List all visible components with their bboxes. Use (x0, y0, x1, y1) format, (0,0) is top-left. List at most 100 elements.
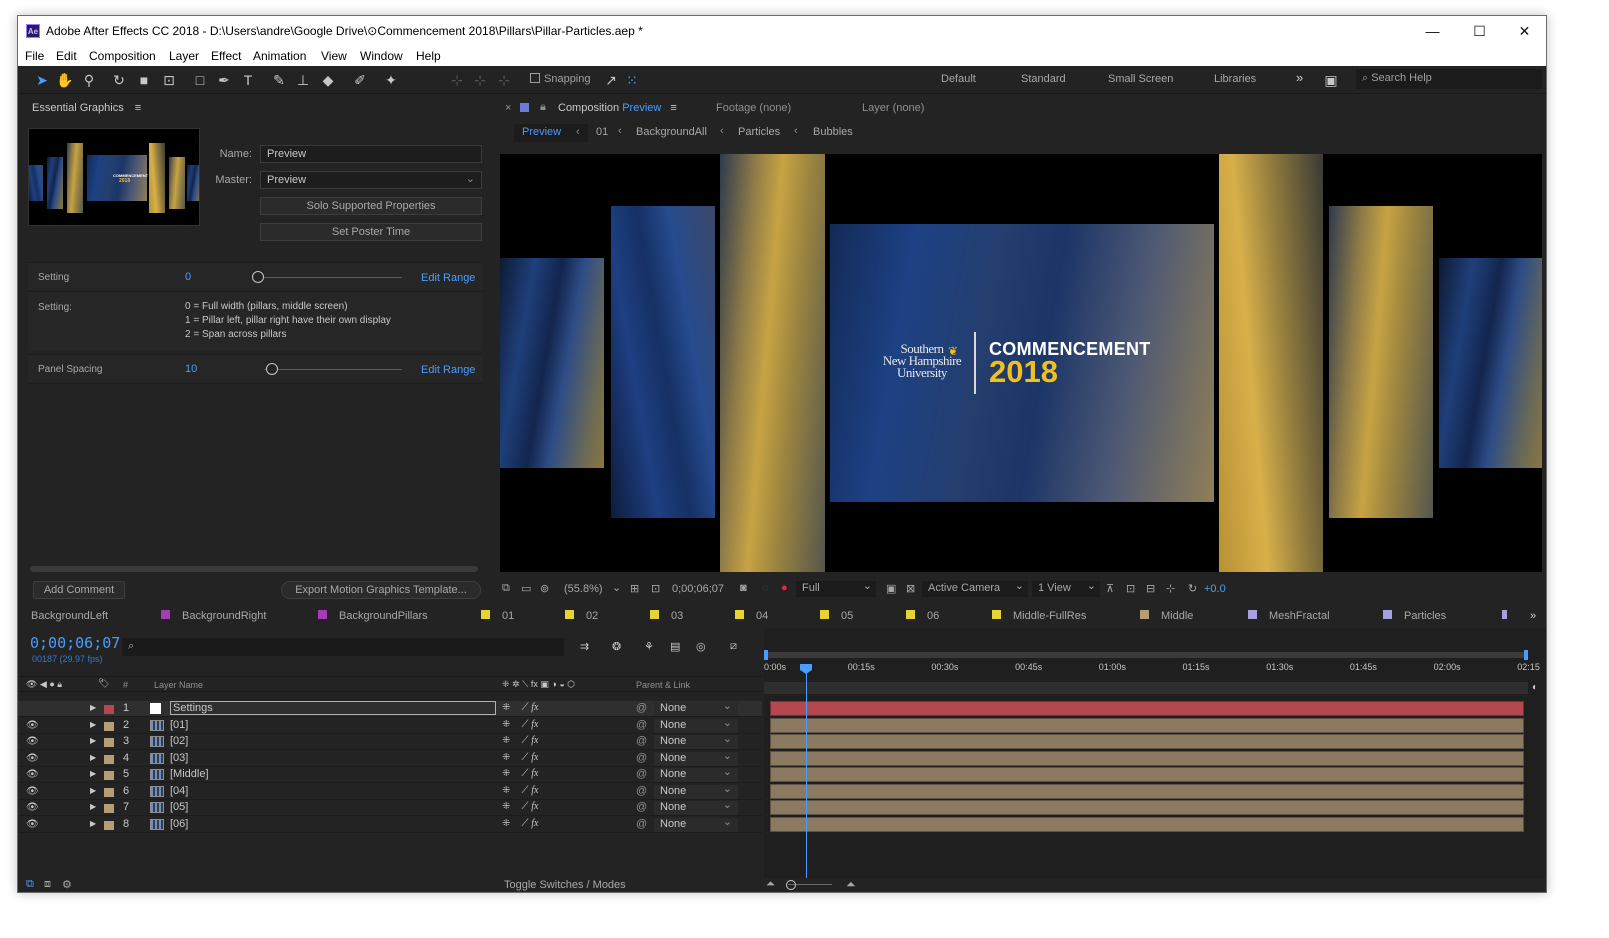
layer-duration-bar[interactable] (770, 816, 1524, 832)
layer-label-color[interactable] (104, 787, 114, 797)
menu-composition[interactable]: Composition (89, 49, 156, 63)
layer-duration-bar[interactable] (770, 701, 1524, 716)
workspaces-more-button[interactable]: » (1296, 70, 1303, 85)
visibility-eye-icon[interactable]: 👁︎ (26, 736, 39, 747)
expand-triangle-icon[interactable]: ▶ (90, 720, 96, 729)
chevron-down-icon[interactable]: ⌄ (612, 581, 621, 594)
layer-name[interactable]: [03] (170, 752, 188, 764)
panel-spacing-value[interactable]: 10 (185, 363, 197, 375)
tab-particles[interactable]: Particles (1383, 610, 1446, 622)
menu-layer[interactable]: Layer (169, 49, 199, 63)
set-poster-time-button[interactable]: Set Poster Time (260, 223, 482, 241)
layer-switches[interactable]: ⁜ ⟋ fx (502, 818, 539, 829)
tab-middle-fullres[interactable]: Middle-FullRes (992, 610, 1086, 622)
layer-duration-bar[interactable] (770, 767, 1524, 782)
visibility-eye-icon[interactable]: 👁︎ (26, 769, 39, 780)
rotate-tool-icon[interactable]: ↻ (110, 71, 128, 89)
horizontal-scrollbar[interactable] (30, 566, 478, 572)
zoom-tool-icon[interactable]: ⚲ (80, 71, 98, 89)
shy-layers-icon[interactable]: ⚘ (644, 640, 654, 653)
expand-triangle-icon[interactable]: ▶ (90, 819, 96, 828)
tab-footage[interactable]: Footage (none) (716, 102, 791, 114)
tab-backgroundright[interactable]: BackgroundRight (161, 610, 266, 622)
view-layout-dropdown[interactable]: 1 View ⌄ (1032, 580, 1100, 597)
layer-row[interactable]: 👁︎ ▶ 5 [Middle] ⁜ ⟋ fx @ None (18, 765, 762, 783)
layer-row[interactable]: 👁︎ ▶ 3 [02] ⁜ ⟋ fx @ None (18, 732, 762, 750)
snapping-toggle[interactable]: Snapping (530, 73, 591, 85)
tab-layer[interactable]: Layer (none) (862, 102, 924, 114)
graph-editor-icon[interactable]: ⧄ (730, 640, 737, 653)
menu-file[interactable]: File (25, 49, 44, 63)
layer-label-color[interactable] (104, 754, 114, 764)
layer-duration-bar[interactable] (770, 750, 1524, 766)
snap-edge-icon[interactable]: ↗ (602, 71, 620, 89)
grid-icon[interactable]: ⊞ (630, 582, 639, 595)
tab-backgroundleft[interactable]: BackgroundLeft (31, 610, 108, 622)
setting-slider-knob[interactable] (252, 271, 264, 283)
clone-stamp-tool-icon[interactable]: ⊥ (294, 71, 312, 89)
magnification-dropdown[interactable]: (55.8%) (564, 583, 603, 595)
layer-row[interactable]: 👁︎ ▶ 8 [06] ⁜ ⟋ fx @ None (18, 815, 762, 833)
minimize-button[interactable]: — (1410, 16, 1455, 46)
layer-label-color[interactable] (104, 804, 114, 813)
panel-spacing-slider-track[interactable] (264, 369, 402, 370)
breadcrumb-backgroundall[interactable]: BackgroundAll (636, 126, 707, 138)
snap-feature-icon[interactable]: ⁙ (623, 71, 641, 89)
transfer-controls-pane-icon[interactable]: ⧈ (44, 878, 51, 891)
selection-tool-icon[interactable]: ➤ (33, 71, 51, 89)
menu-window[interactable]: Window (360, 49, 403, 63)
solo-supported-properties-button[interactable]: Solo Supported Properties (260, 197, 482, 215)
work-area-bar[interactable] (764, 652, 1528, 658)
layer-switches[interactable]: ⁜ ⟋ fx (502, 785, 539, 796)
export-mogrt-button[interactable]: Export Motion Graphics Template... (281, 581, 481, 599)
timeline-icon[interactable]: ⊟ (1146, 582, 1155, 595)
menu-view[interactable]: View (321, 49, 347, 63)
lock-icon[interactable]: 🔒︎ (540, 101, 546, 114)
tab-05[interactable]: 05 (820, 610, 853, 622)
menu-effect[interactable]: Effect (211, 49, 241, 63)
brush-tool-icon[interactable]: ✎ (270, 71, 288, 89)
layer-name[interactable]: [05] (170, 801, 188, 813)
edit-range-link[interactable]: Edit Range (421, 364, 475, 376)
timeline-search-input[interactable]: ⌕ (122, 638, 564, 656)
layer-name-column-header[interactable]: Layer Name (154, 680, 203, 690)
layer-name[interactable]: [04] (170, 785, 188, 797)
tabs-more-button[interactable]: » (1530, 610, 1536, 622)
visibility-eye-icon[interactable]: 👁︎ (26, 753, 39, 764)
transparency-grid-icon[interactable]: ⊠ (906, 582, 915, 595)
snapshot-camera-icon[interactable]: ◙ (740, 582, 747, 594)
layer-switches[interactable]: ⁜ ⟋ fx (502, 768, 539, 779)
layer-name[interactable]: [06] (170, 818, 188, 830)
timeline-track-area[interactable]: 0:00s 00:15s 00:30s 00:45s 01:00s 01:15s 01:30… (764, 628, 1546, 880)
visibility-eye-icon[interactable]: 👁︎ (26, 819, 39, 830)
breadcrumb-preview[interactable]: Preview ‹ (514, 124, 588, 142)
visibility-eye-icon[interactable]: 👁︎ (26, 720, 39, 731)
mask-visibility-icon[interactable]: ⊚ (540, 582, 549, 595)
breadcrumb-bubbles[interactable]: Bubbles (813, 126, 853, 138)
tab-essential-graphics[interactable]: Essential Graphics ≡ (32, 102, 141, 114)
zoom-in-icon[interactable]: ⏶ (846, 877, 856, 892)
parent-dropdown[interactable]: None (654, 732, 738, 749)
edit-range-link[interactable]: Edit Range (421, 272, 475, 284)
toggle-switches-modes-button[interactable]: Toggle Switches / Modes (504, 879, 626, 891)
close-tab-icon[interactable]: × (505, 102, 511, 114)
toggle-pixel-aspect-icon[interactable]: ⊼ (1106, 582, 1114, 595)
tab-03[interactable]: 03 (650, 610, 683, 622)
layer-label-color[interactable] (104, 820, 114, 830)
layer-duration-bar[interactable] (770, 783, 1524, 799)
parent-pickwhip-icon[interactable]: @ (636, 785, 647, 797)
parent-pickwhip-icon[interactable]: @ (636, 702, 647, 714)
layer-switches-pane-icon[interactable]: ⧉ (26, 878, 34, 891)
workspace-libraries[interactable]: Libraries (1214, 73, 1256, 85)
parent-dropdown[interactable]: None (654, 798, 738, 815)
layer-name[interactable]: [Middle] (170, 768, 209, 780)
eraser-tool-icon[interactable]: ◆ (319, 71, 337, 89)
parent-dropdown[interactable]: None (654, 716, 738, 733)
resolution-dropdown[interactable]: Full ⌄ (796, 580, 876, 597)
tab-02[interactable]: 02 (565, 610, 598, 622)
breadcrumb-01[interactable]: 01 (596, 126, 608, 138)
template-name-field[interactable]: Preview (260, 145, 482, 163)
parent-pickwhip-icon[interactable]: @ (636, 719, 647, 731)
master-dropdown[interactable]: Preview ⌄ (260, 171, 482, 189)
roto-brush-tool-icon[interactable]: ✐ (351, 71, 369, 89)
